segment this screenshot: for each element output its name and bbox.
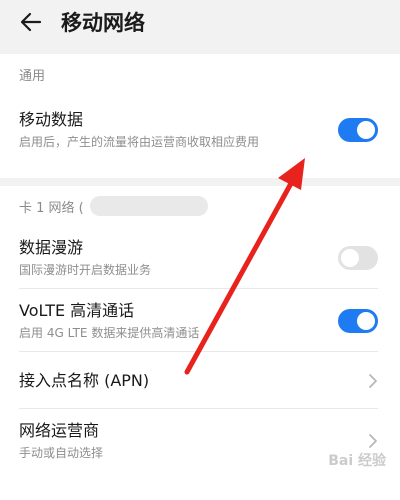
section-header-sim1: 卡 1 网络 ( [0,186,400,226]
toggle-knob [341,248,359,267]
data-roaming-row[interactable]: 数据漫游 国际漫游时开启数据业务 [0,226,400,289]
section-title-sim1: 卡 1 网络 ( [19,200,84,216]
apn-row[interactable]: 接入点名称 (APN) [0,352,400,409]
app-header: 移动网络 [0,0,400,44]
mobile-data-title: 移动数据 [19,110,84,129]
volte-toggle[interactable] [338,308,378,333]
apn-title: 接入点名称 (APN) [19,370,150,390]
volte-title: VoLTE 高清通话 [19,300,135,320]
toggle-knob [357,311,375,330]
chevron-right-icon [369,373,377,388]
back-button[interactable] [17,8,45,36]
data-roaming-title: 数据漫游 [19,237,84,257]
page-title: 移动网络 [61,11,145,35]
section-header-general: 通用 [0,54,400,94]
carrier-title: 网络运营商 [19,420,100,440]
volte-subtitle: 启用 4G LTE 数据来提供高清通话 [19,325,200,340]
mobile-data-toggle[interactable] [338,118,378,142]
mobile-data-row[interactable]: 移动数据 启用后，产生的流量将由运营商收取相应费用 [0,94,400,166]
redacted-carrier-name [89,196,208,216]
general-section: 通用 移动数据 启用后，产生的流量将由运营商收取相应费用 [0,54,400,178]
carrier-subtitle: 手动或自动选择 [19,445,104,460]
volte-row[interactable]: VoLTE 高清通话 启用 4G LTE 数据来提供高清通话 [0,289,400,352]
data-roaming-subtitle: 国际漫游时开启数据业务 [19,262,152,277]
arrow-left-icon [20,12,42,32]
section-title-general: 通用 [19,68,46,84]
toggle-knob [357,121,375,139]
chevron-right-icon [369,433,377,448]
watermark: Bai 经验 [328,453,386,469]
data-roaming-toggle[interactable] [338,245,378,270]
mobile-data-subtitle: 启用后，产生的流量将由运营商收取相应费用 [19,135,260,149]
